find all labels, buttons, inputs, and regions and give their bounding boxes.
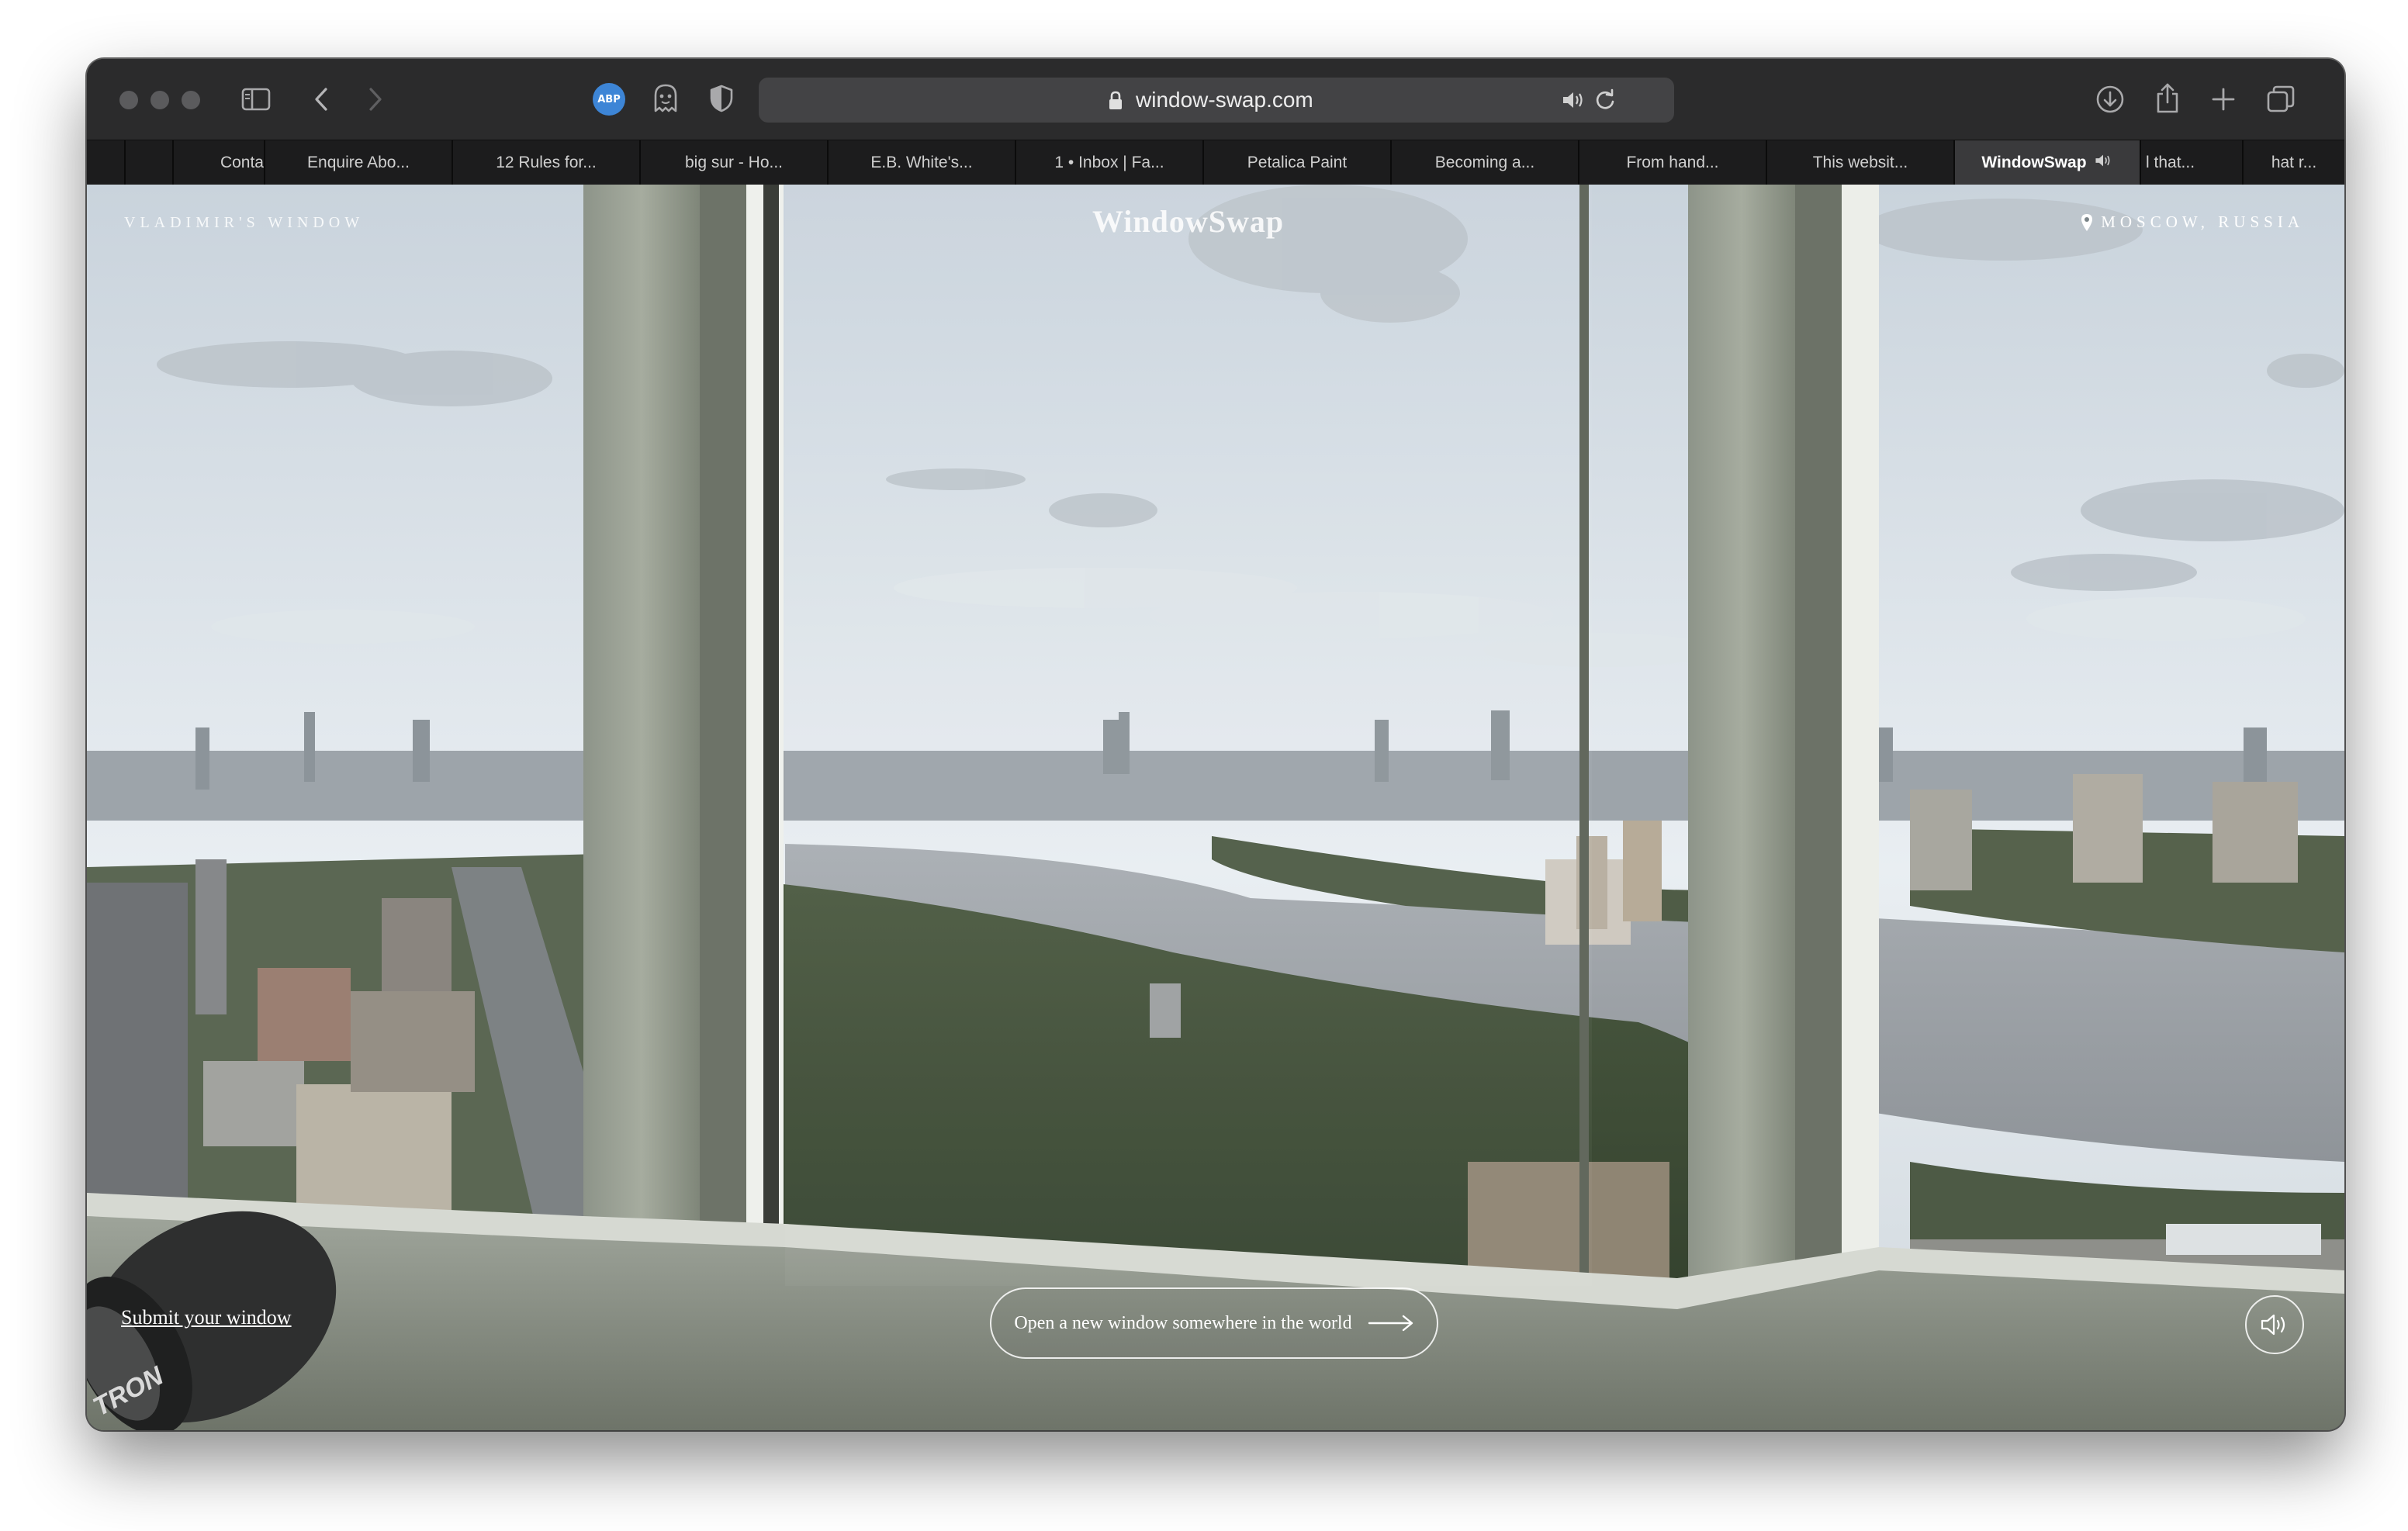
chevron-left-icon [315,88,327,111]
adblock-plus-button[interactable]: ABP [593,83,625,116]
sound-toggle-button[interactable] [2245,1295,2304,1354]
tab[interactable]: l that... [2140,140,2242,185]
window-scene-image: TRON [87,185,2344,1430]
tab-label: Enquire Abo... [307,154,410,171]
close-window-button[interactable] [119,91,138,109]
speaker-icon[interactable] [2093,152,2113,174]
tab-label: From hand... [1626,154,1719,171]
zoom-window-button[interactable] [182,91,200,109]
plus-icon[interactable] [2206,82,2240,116]
tab-label: 1 • Inbox | Fa... [1054,154,1164,171]
tab-label: hat r... [2271,154,2317,171]
pin-icon [2081,213,2093,231]
tab[interactable]: hat r... [2242,140,2344,185]
location-text: MOSCOW, RUSSIA [2101,213,2304,231]
download-icon[interactable] [2093,82,2127,116]
sidebar-icon[interactable] [239,82,273,116]
tab[interactable]: big sur - Ho... [639,140,827,185]
tab[interactable] [124,140,172,185]
tab[interactable] [87,140,124,185]
url-text: window-swap.com [1136,88,1313,112]
tab[interactable]: Enquire Abo... [264,140,452,185]
browser-toolbar: ABP window-swap.com [87,59,2344,140]
tabs-icon[interactable] [2264,82,2298,116]
back-button[interactable] [306,82,337,116]
tab[interactable]: E.B. White's... [827,140,1015,185]
window-owner-label: VLADIMIR'S WINDOW [124,214,365,231]
tab-label: big sur - Ho... [684,154,784,171]
forward-button[interactable] [360,82,391,116]
window-view: TRON VLADIMIR'S WINDOW WindowSwap MOSCOW… [87,185,2344,1430]
tab-label: 12 Rules for... [496,154,597,171]
arrow-right-icon [1368,1315,1413,1332]
lock-icon [1109,91,1122,109]
share-icon[interactable] [2150,79,2185,116]
brand-logo[interactable]: WindowSwap [1092,203,1284,240]
open-new-window-button[interactable]: Open a new window somewhere in the world [990,1287,1438,1359]
tab-label: This websit... [1812,154,1908,171]
tab-label: l that... [2146,154,2195,171]
tab-label: Conta [220,154,264,171]
tab-label: WindowSwap [1981,154,2087,171]
shield-icon[interactable] [704,81,739,116]
tab[interactable]: Becoming a... [1390,140,1578,185]
tab[interactable]: 12 Rules for... [452,140,639,185]
address-bar[interactable]: window-swap.com [759,78,1674,123]
ghost-icon[interactable] [649,81,683,116]
tab-label: E.B. White's... [870,154,973,171]
tab[interactable]: This websit... [1766,140,1953,185]
submit-window-link[interactable]: Submit your window [121,1306,292,1329]
chevron-right-icon [369,88,382,111]
tab-bar: Conta Enquire Abo... 12 Rules for... big… [87,140,2344,186]
tab-active[interactable]: WindowSwap [1953,140,2140,185]
browser-window: ABP window-swap.com Conta Enquire Abo...… [87,59,2344,1430]
tab-label: Becoming a... [1434,154,1535,171]
tab-label: Petalica Paint [1247,154,1348,171]
tab[interactable]: Petalica Paint [1202,140,1390,185]
adblock-plus-label: ABP [597,93,621,105]
location-label: MOSCOW, RUSSIA [2081,213,2304,232]
sound-icon [2261,1314,2285,1336]
minimize-window-button[interactable] [150,91,169,109]
tab[interactable]: From hand... [1578,140,1766,185]
reload-icon[interactable] [1593,88,1617,112]
open-new-window-label: Open a new window somewhere in the world [1014,1312,1352,1333]
speaker-icon[interactable] [1561,88,1586,112]
tab[interactable]: Conta [172,140,264,185]
tab[interactable]: 1 • Inbox | Fa... [1015,140,1202,185]
